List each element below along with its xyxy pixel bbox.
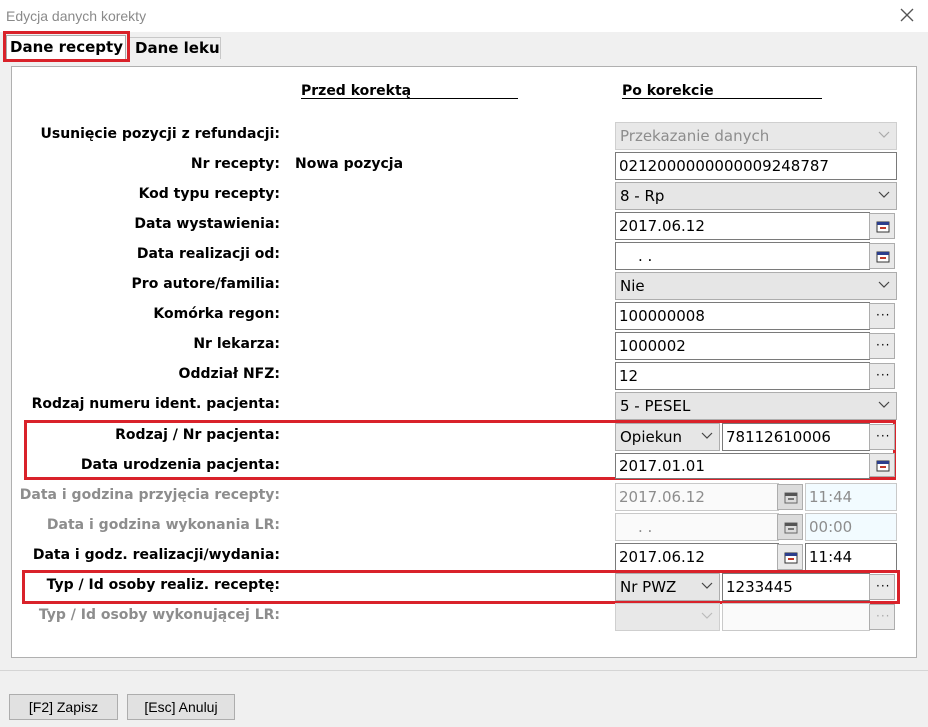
calendar-icon <box>784 552 798 564</box>
label-usuniecie: Usunięcie pozycji z refundacji: <box>40 126 281 142</box>
browse-button[interactable]: ··· <box>869 333 895 359</box>
data-realizacji-od-input[interactable]: . . <box>615 242 870 270</box>
calendar-button[interactable] <box>869 243 895 269</box>
nr-recepty-input[interactable]: 0212000000000009248787 <box>615 152 897 180</box>
ellipsis-icon: ··· <box>876 368 891 382</box>
label-nr-recepty: Nr recepty: <box>190 156 280 172</box>
label-data-urodzenia: Data urodzenia pacjenta: <box>80 457 280 473</box>
person-type-select[interactable]: Nr PWZ <box>615 573 720 601</box>
lr-person-id-input <box>722 603 870 631</box>
patient-type-select[interactable]: Opiekun <box>615 423 720 451</box>
save-button[interactable]: [F2] Zapisz <box>9 694 118 720</box>
patient-number-input[interactable]: 78112610006 <box>722 423 870 451</box>
browse-button[interactable]: ··· <box>869 574 895 600</box>
data-wykonania-input: . . <box>615 513 779 541</box>
pro-autore-select[interactable]: Nie <box>615 272 897 300</box>
label-rodzaj-nr-pacjenta: Rodzaj / Nr pacjenta: <box>115 427 280 443</box>
calendar-button[interactable] <box>777 544 803 570</box>
browse-button[interactable]: ··· <box>869 363 895 389</box>
godzina-realizacji-input[interactable]: 11:44 <box>805 543 897 571</box>
browse-button: ··· <box>869 604 895 630</box>
cancel-button[interactable]: [Esc] Anuluj <box>127 694 235 720</box>
label-typ-osoby-wyk: Typ / Id osoby wykonującej LR: <box>38 607 280 623</box>
usuniecie-value: Przekazanie danych <box>620 127 770 145</box>
patient-type-value: Opiekun <box>620 428 682 446</box>
lr-person-type-select <box>615 603 720 631</box>
chevron-down-icon <box>701 582 713 589</box>
label-komorka-regon: Komórka regon: <box>153 306 280 322</box>
person-id-input[interactable]: 1233445 <box>722 573 870 601</box>
label-kod-typu: Kod typu recepty: <box>138 186 280 202</box>
title-bar: Edycja danych korekty <box>0 0 928 32</box>
chevron-down-icon <box>878 131 890 138</box>
label-data-wykonania: Data i godzina wykonania LR: <box>46 517 280 533</box>
chevron-down-icon <box>701 612 713 619</box>
label-data-wystawienia: Data wystawienia: <box>134 216 280 232</box>
footer-divider <box>0 670 928 671</box>
browse-button[interactable]: ··· <box>869 303 895 329</box>
usuniecie-select: Przekazanie danych <box>615 122 897 150</box>
kod-typu-select[interactable]: 8 - Rp <box>615 182 897 210</box>
ellipsis-icon: ··· <box>876 579 891 593</box>
godzina-przyjecia-input: 11:44 <box>805 483 897 511</box>
header-before: Przed korektą <box>301 83 412 99</box>
chevron-down-icon <box>878 401 890 408</box>
tab-dane-leku[interactable]: Dane leku <box>129 37 221 59</box>
label-typ-osoby-real: Typ / Id osoby realiz. receptę: <box>46 577 280 593</box>
ellipsis-icon: ··· <box>876 338 891 352</box>
header-before-underline <box>301 98 518 99</box>
calendar-button[interactable] <box>869 213 895 239</box>
ellipsis-icon: ··· <box>876 308 891 322</box>
nr-lekarza-input[interactable]: 1000002 <box>615 332 870 360</box>
label-data-przyjecia: Data i godzina przyjęcia recepty: <box>19 487 280 503</box>
label-rodzaj-numeru: Rodzaj numeru ident. pacjenta: <box>31 396 280 412</box>
pro-autore-value: Nie <box>620 277 645 295</box>
calendar-icon <box>784 492 798 504</box>
close-icon[interactable] <box>898 6 916 24</box>
ellipsis-icon: ··· <box>876 429 891 443</box>
chevron-down-icon <box>878 281 890 288</box>
calendar-icon <box>784 522 798 534</box>
calendar-icon <box>876 221 890 233</box>
calendar-button <box>777 484 803 510</box>
kod-typu-value: 8 - Rp <box>620 187 665 205</box>
calendar-icon <box>876 460 890 472</box>
nr-recepty-before: Nowa pozycja <box>295 156 404 172</box>
person-type-value: Nr PWZ <box>620 578 677 596</box>
komorka-regon-input[interactable]: 100000008 <box>615 302 870 330</box>
oddzial-nfz-input[interactable]: 12 <box>615 362 870 390</box>
data-urodzenia-input[interactable]: 2017.01.01 <box>615 453 870 479</box>
label-pro-autore: Pro autore/familia: <box>131 276 280 292</box>
calendar-icon <box>876 251 890 263</box>
label-data-realizacji-od: Data realizacji od: <box>136 246 280 262</box>
rodzaj-numeru-select[interactable]: 5 - PESEL <box>615 392 897 420</box>
data-przyjecia-input: 2017.06.12 <box>615 483 779 511</box>
window-title: Edycja danych korekty <box>6 8 147 24</box>
tab-highlight-frame <box>3 31 130 62</box>
label-data-realizacji: Data i godz. realizacji/wydania: <box>32 547 280 563</box>
rodzaj-numeru-value: 5 - PESEL <box>620 397 691 415</box>
calendar-button[interactable] <box>869 453 895 477</box>
label-nr-lekarza: Nr lekarza: <box>193 336 280 352</box>
chevron-down-icon <box>878 191 890 198</box>
data-realizacji-input[interactable]: 2017.06.12 <box>615 543 779 571</box>
data-wystawienia-input[interactable]: 2017.06.12 <box>615 212 870 240</box>
chevron-down-icon <box>701 432 713 439</box>
header-after: Po korekcie <box>622 83 714 99</box>
browse-button[interactable]: ··· <box>869 424 895 450</box>
calendar-button <box>777 514 803 540</box>
godzina-wykonania-input: 00:00 <box>805 513 897 541</box>
header-after-underline <box>622 98 822 99</box>
ellipsis-icon: ··· <box>876 609 891 623</box>
label-oddzial-nfz: Oddział NFZ: <box>178 366 280 382</box>
